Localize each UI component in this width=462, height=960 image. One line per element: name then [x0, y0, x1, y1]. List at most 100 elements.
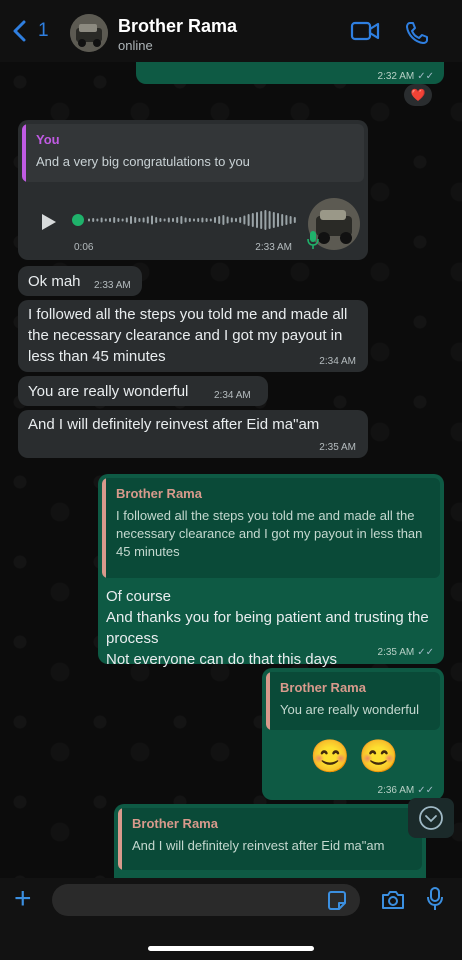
waveform-bar — [222, 215, 225, 225]
waveform-bar — [188, 218, 191, 222]
sticker-icon[interactable] — [326, 890, 348, 912]
waveform-bar — [125, 217, 128, 223]
message-time: 2:32 AM — [377, 71, 415, 82]
contact-status: online — [118, 38, 153, 53]
waveform-bar — [285, 215, 288, 225]
contact-name[interactable]: Brother Rama — [118, 16, 237, 37]
back-button[interactable]: 1 — [12, 20, 49, 42]
waveform-bar — [218, 216, 221, 224]
waveform-bar — [197, 218, 200, 222]
waveform-bar — [134, 217, 137, 223]
waveform-bar — [167, 217, 170, 223]
message-bubble-outgoing[interactable]: Brother Rama And I will definitely reinv… — [114, 804, 426, 878]
waveform-bar — [214, 217, 216, 223]
waveform-bar — [289, 216, 292, 224]
waveform-bar — [142, 217, 145, 223]
voice-waveform[interactable] — [72, 204, 308, 236]
chat-area[interactable]: 2:32 AM ✓✓ ❤️ You And a very big congratu… — [0, 62, 462, 878]
waveform-bar — [235, 218, 237, 222]
quote-text: You are really wonderful — [280, 702, 419, 717]
waveform-bar — [256, 212, 258, 228]
waveform-bar — [205, 218, 208, 222]
message-bubble-outgoing[interactable]: 2:32 AM ✓✓ — [136, 62, 444, 84]
voice-message-bubble[interactable]: You And a very big congratulations to yo… — [18, 120, 368, 260]
phone-icon[interactable] — [404, 20, 430, 46]
quote-text: And a very big congratulations to you — [36, 154, 250, 169]
waveform-bar — [104, 218, 107, 222]
message-input[interactable] — [52, 884, 360, 916]
waveform-bar — [130, 216, 132, 224]
avatar[interactable] — [70, 14, 108, 52]
message-text: You are really wonderful — [28, 383, 189, 400]
quoted-message[interactable]: You And a very big congratulations to yo… — [22, 124, 364, 182]
waveform-bar — [251, 213, 254, 227]
quoted-message[interactable]: Brother Rama You are really wonderful — [266, 672, 440, 730]
camera-icon[interactable] — [380, 889, 406, 911]
waveform-bar — [96, 218, 99, 222]
quote-author: Brother Rama — [132, 816, 218, 831]
waveform-bar — [247, 214, 250, 226]
waveform-bar — [163, 218, 166, 222]
chevron-left-icon — [13, 20, 26, 42]
message-line: And thanks you for being patient and tru… — [106, 609, 429, 647]
message-time: 2:36 AM — [377, 785, 415, 796]
message-time: 2:34 AM — [214, 390, 251, 401]
message-time: 2:33 AM — [94, 280, 131, 291]
chevron-down-icon — [419, 806, 443, 830]
message-time: 2:34 AM — [319, 356, 356, 367]
message-bubble-incoming[interactable]: I followed all the steps you told me and… — [18, 300, 368, 372]
waveform-bar — [109, 218, 111, 222]
waveform-bar — [201, 217, 204, 223]
waveform-bar — [113, 217, 116, 223]
waveform-bar — [268, 211, 271, 229]
heart-icon: ❤️ — [410, 88, 426, 102]
microphone-icon[interactable] — [426, 886, 444, 912]
waveform-bar — [226, 216, 229, 224]
waveform-bar — [180, 216, 183, 224]
home-indicator — [148, 946, 314, 951]
message-time: 2:35 AM — [319, 442, 356, 453]
quoted-message[interactable]: Brother Rama And I will definitely reinv… — [118, 808, 422, 870]
message-bubble-outgoing[interactable]: Brother Rama I followed all the steps yo… — [98, 474, 444, 668]
message-time: 2:35 AM — [377, 647, 415, 658]
waveform-bar — [193, 218, 195, 222]
message-bubble-incoming[interactable]: And I will definitely reinvest after Eid… — [18, 410, 368, 458]
heart-reaction[interactable]: ❤️ — [404, 84, 432, 106]
waveform-bar — [176, 217, 179, 223]
chat-header: 1 Brother Rama online — [0, 0, 462, 62]
scroll-to-bottom-button[interactable] — [408, 798, 454, 838]
message-bubble-outgoing[interactable]: Brother Rama You are really wonderful 😊 … — [262, 668, 444, 800]
quoted-message[interactable]: Brother Rama I followed all the steps yo… — [102, 478, 440, 578]
waveform-bar — [239, 217, 242, 223]
waveform-bar — [138, 218, 141, 222]
quote-text: And I will definitely reinvest after Eid… — [132, 838, 385, 853]
message-text: Ok mah — [28, 273, 81, 290]
quote-text: I followed all the steps you told me and… — [116, 508, 423, 559]
waveform-bar — [117, 218, 120, 222]
waveform-bar — [277, 213, 279, 227]
waveform-bar — [184, 217, 187, 223]
waveform-bar — [243, 215, 246, 225]
waveform-bar — [209, 218, 212, 222]
message-text: I followed all the steps you told me and… — [28, 306, 348, 365]
mic-icon — [307, 231, 319, 249]
waveform-bar — [151, 215, 153, 225]
waveform-bar — [121, 218, 124, 222]
play-icon[interactable] — [38, 212, 58, 232]
message-line: Of course — [106, 588, 172, 605]
unread-count: 1 — [38, 20, 49, 41]
playhead-dot[interactable] — [72, 214, 84, 226]
waveform-bar — [272, 212, 275, 228]
read-ticks-icon: ✓✓ — [417, 785, 434, 796]
waveform-bar — [100, 217, 103, 223]
message-bubble-incoming[interactable]: You are really wonderful 2:34 AM — [18, 376, 268, 406]
message-bubble-incoming[interactable]: Ok mah 2:33 AM — [18, 266, 142, 296]
waveform-bar — [92, 218, 95, 222]
waveform-bar — [260, 211, 263, 229]
quote-author: You — [36, 132, 60, 147]
video-call-icon[interactable] — [350, 20, 380, 42]
quote-author: Brother Rama — [116, 486, 202, 501]
plus-icon[interactable]: + — [14, 884, 32, 914]
waveform-bar — [230, 217, 233, 223]
read-ticks-icon: ✓✓ — [417, 647, 434, 658]
